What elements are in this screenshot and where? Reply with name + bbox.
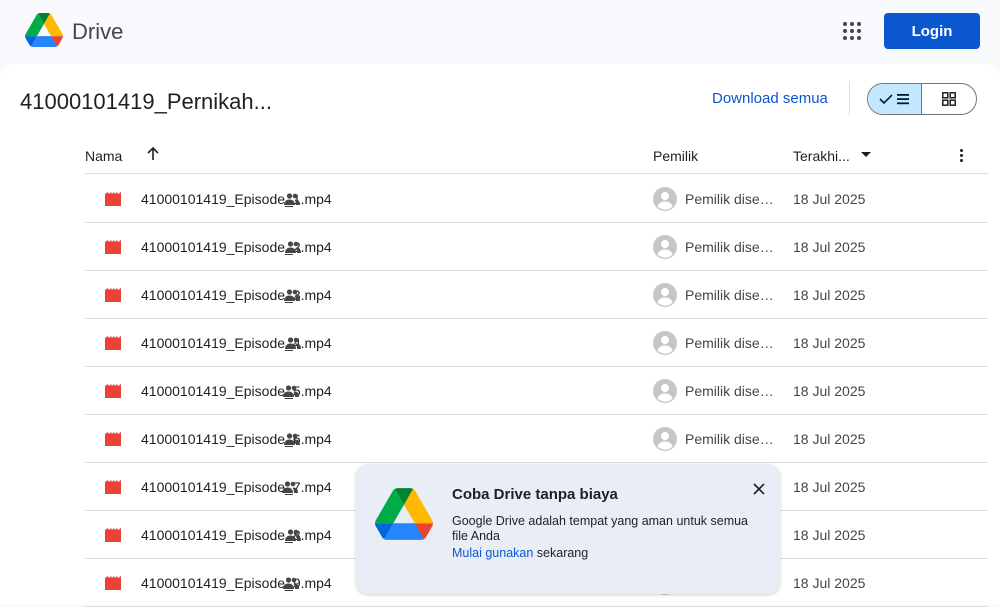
- folder-title: 41000101419_Pernikah...: [20, 89, 272, 114]
- file-owner: Pemilik disembunyikan: [685, 287, 785, 303]
- drive-logo-icon: [375, 488, 433, 540]
- video-file-icon: [105, 192, 121, 206]
- popup-cta-line: Mulai gunakan sekarang: [452, 546, 588, 560]
- column-modified-header[interactable]: Terakhi...: [793, 148, 850, 164]
- start-using-link[interactable]: Mulai gunakan: [452, 546, 533, 560]
- grid-view-button[interactable]: [922, 84, 976, 114]
- file-modified-date: 18 Jul 2025: [793, 191, 866, 207]
- file-owner: Pemilik disembunyikan: [685, 383, 785, 399]
- file-owner: Pemilik disembunyikan: [685, 239, 785, 255]
- video-file-icon: [105, 336, 121, 350]
- video-file-icon: [105, 240, 121, 254]
- popup-body: Google Drive adalah tempat yang aman unt…: [452, 514, 749, 543]
- popup-cta-suffix: sekarang: [533, 546, 589, 560]
- divider: [849, 81, 850, 115]
- file-name: 41000101419_Episode_5.mp4: [141, 383, 332, 399]
- download-all-link[interactable]: Download semua: [712, 90, 828, 107]
- file-row[interactable]: 41000101419_Episode_5.mp4 Pemilik disembu…: [85, 367, 988, 415]
- apps-grid-icon[interactable]: [840, 19, 864, 43]
- file-row[interactable]: 41000101419_Episode_3.mp4 Pemilik disembu…: [85, 271, 988, 319]
- file-modified-date: 18 Jul 2025: [793, 527, 866, 543]
- check-list-icon: [878, 94, 909, 105]
- file-owner: Pemilik disembunyikan: [685, 335, 785, 351]
- shared-people-icon: [284, 433, 300, 445]
- avatar-icon: [653, 235, 677, 259]
- file-modified-date: 18 Jul 2025: [793, 335, 866, 351]
- avatar-icon: [653, 187, 677, 211]
- popup-title: Coba Drive tanpa biaya: [452, 486, 618, 503]
- file-modified-date: 18 Jul 2025: [793, 287, 866, 303]
- file-modified-date: 18 Jul 2025: [793, 383, 866, 399]
- column-owner-header: Pemilik: [653, 148, 699, 164]
- video-file-icon: [105, 480, 121, 494]
- file-row[interactable]: 41000101419_Episode_1.mp4 Pemilik disembu…: [85, 175, 988, 223]
- drive-logo-icon[interactable]: [25, 13, 63, 47]
- file-modified-date: 18 Jul 2025: [793, 575, 866, 591]
- sort-ascending-icon[interactable]: [145, 145, 161, 163]
- column-name-header[interactable]: Nama: [85, 148, 122, 164]
- close-icon[interactable]: [751, 481, 767, 497]
- video-file-icon: [105, 432, 121, 446]
- avatar-icon: [653, 427, 677, 451]
- video-file-icon: [105, 528, 121, 542]
- shared-people-icon: [285, 529, 301, 541]
- video-file-icon: [105, 576, 121, 590]
- file-name: 41000101419_Episode_2.mp4: [141, 239, 332, 255]
- grid-view-icon: [942, 92, 956, 106]
- shared-people-icon: [285, 337, 301, 349]
- file-modified-date: 18 Jul 2025: [793, 431, 866, 447]
- file-name: 41000101419_Episode_8.mp4: [141, 527, 332, 543]
- shared-people-icon: [282, 481, 298, 493]
- file-row[interactable]: 41000101419_Episode_4.mp4 Pemilik disembu…: [85, 319, 988, 367]
- avatar-icon: [653, 283, 677, 307]
- file-name: 41000101419_Episode_9.mp4: [141, 575, 332, 591]
- file-owner: Pemilik disembunyikan: [685, 191, 785, 207]
- avatar-icon: [653, 331, 677, 355]
- caret-down-icon[interactable]: [861, 152, 871, 157]
- file-name: 41000101419_Episode_7.mp4: [141, 479, 332, 495]
- file-row[interactable]: 41000101419_Episode_6.mp4 Pemilik disembu…: [85, 415, 988, 463]
- shared-people-icon: [283, 577, 299, 589]
- list-view-button[interactable]: [868, 84, 923, 114]
- file-name: 41000101419_Episode_4.mp4: [141, 335, 332, 351]
- shared-people-icon: [284, 289, 300, 301]
- file-modified-date: 18 Jul 2025: [793, 239, 866, 255]
- file-modified-date: 18 Jul 2025: [793, 479, 866, 495]
- brand-name: Drive: [72, 19, 124, 44]
- file-row[interactable]: 41000101419_Episode_2.mp4 Pemilik disembu…: [85, 223, 988, 271]
- file-name: 41000101419_Episode_6.mp4: [141, 431, 332, 447]
- video-file-icon: [105, 384, 121, 398]
- view-toggle: [867, 83, 977, 115]
- video-file-icon: [105, 288, 121, 302]
- shared-people-icon: [283, 385, 299, 397]
- file-name: 41000101419_Episode_1.mp4: [141, 191, 332, 207]
- more-vert-icon[interactable]: [955, 145, 967, 165]
- file-name: 41000101419_Episode_3.mp4: [141, 287, 332, 303]
- table-header: Nama Pemilik Terakhi...: [85, 136, 988, 174]
- login-button[interactable]: Login: [884, 13, 980, 49]
- shared-people-icon: [285, 241, 301, 253]
- shared-people-icon: [284, 193, 300, 205]
- file-owner: Pemilik disembunyikan: [685, 431, 785, 447]
- avatar-icon: [653, 379, 677, 403]
- promo-popup: Coba Drive tanpa biaya Google Drive adal…: [356, 464, 780, 594]
- top-bar: Drive Login: [0, 0, 1000, 64]
